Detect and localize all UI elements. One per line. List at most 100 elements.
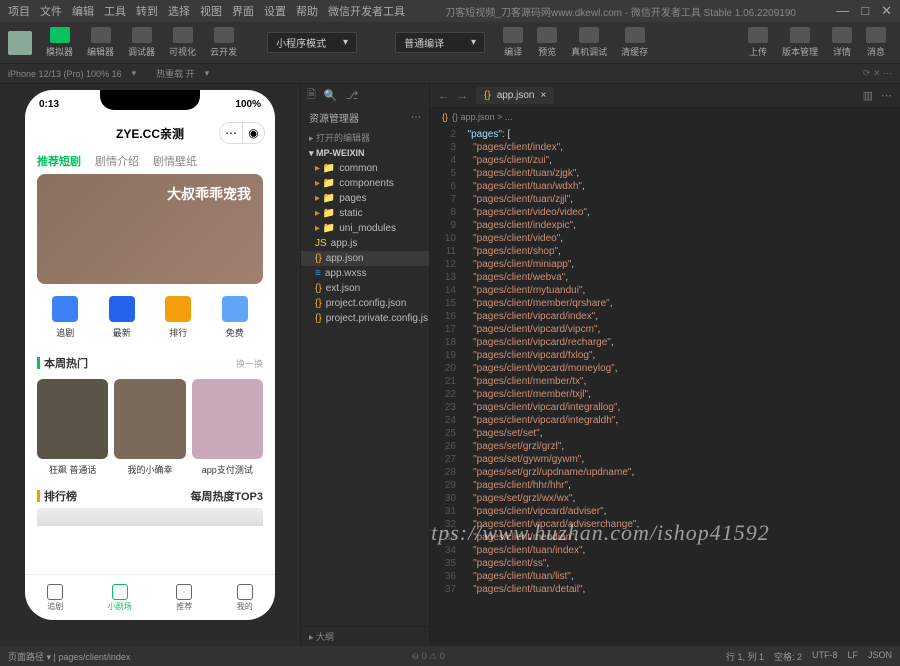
banner[interactable]: 大叔乖乖宠我 <box>37 174 263 284</box>
split-icon[interactable]: ▥ <box>863 89 873 102</box>
status-LF[interactable]: LF <box>847 650 858 663</box>
sub-toolbar: iPhone 12/13 (Pro) 100% 16 ▾ 热重载 开 ▾ ⟳ ✕… <box>0 64 900 84</box>
breadcrumb[interactable]: {}{} app.json > ... <box>430 108 900 126</box>
back-icon[interactable]: ← <box>438 90 449 102</box>
close-icon[interactable]: ✕ <box>881 3 892 19</box>
debugger-button[interactable]: 调试器 <box>122 25 161 60</box>
file-app.js[interactable]: JS app.js <box>301 236 429 251</box>
remote-debug-button[interactable]: 真机调试 <box>565 25 613 60</box>
editor-panel: ← → {}app.json× ▥ ⋯ {}{} app.json > ... … <box>430 84 900 646</box>
menu-文件[interactable]: 文件 <box>40 3 62 19</box>
phone-header: ZYE.CC亲测 ⋯ ◉ <box>25 118 275 148</box>
file-uni_modules[interactable]: ▸ 📁 uni_modules <box>301 221 429 236</box>
menu-编辑[interactable]: 编辑 <box>72 3 94 19</box>
status-行 1, 列 1[interactable]: 行 1, 列 1 <box>726 650 764 663</box>
page-path[interactable]: 页面路径 ▾ | pages/client/index <box>8 650 130 663</box>
phone-tab-2[interactable]: 剧情壁纸 <box>153 153 197 169</box>
menu-界面[interactable]: 界面 <box>232 3 254 19</box>
code-area[interactable]: 2345678910111213141516171819202122232425… <box>430 126 900 646</box>
mode-dropdown[interactable]: 小程序模式▾ <box>267 32 357 53</box>
message-button[interactable]: 消息 <box>860 25 892 60</box>
line-gutter: 2345678910111213141516171819202122232425… <box>430 126 462 646</box>
nav-icon-1[interactable]: 最新 <box>109 296 135 339</box>
tabbar-item-0[interactable]: 追剧 <box>47 584 63 612</box>
tab-close-icon[interactable]: × <box>541 90 547 101</box>
file-ext.json[interactable]: {} ext.json <box>301 281 429 296</box>
editor-more-icon[interactable]: ⋯ <box>881 89 892 102</box>
file-app.wxss[interactable]: ≡ app.wxss <box>301 266 429 281</box>
open-editors-section[interactable]: ▸ 打开的编辑器 <box>301 129 429 146</box>
preview-button[interactable]: 预览 <box>531 25 563 60</box>
minimize-icon[interactable]: — <box>836 3 849 19</box>
editor-tab-appjson[interactable]: {}app.json× <box>476 87 554 104</box>
status-bar: 页面路径 ▾ | pages/client/index ⊖ 0 ⚠ 0 行 1,… <box>0 646 900 666</box>
tabbar-item-1[interactable]: 小剧场 <box>108 584 132 612</box>
phone-tab-0[interactable]: 推荐短剧 <box>37 153 81 169</box>
file-project.private.config.js...[interactable]: {} project.private.config.js... <box>301 311 429 326</box>
main-area: 0:13 100% ZYE.CC亲测 ⋯ ◉ 推荐短剧剧情介绍剧情壁纸 大叔乖乖… <box>0 84 900 646</box>
search-icon[interactable]: 🔍 <box>324 89 338 102</box>
tabbar-item-3[interactable]: 我的 <box>237 584 253 612</box>
phone-tab-1[interactable]: 剧情介绍 <box>95 153 139 169</box>
maximize-icon[interactable]: □ <box>861 3 869 19</box>
nav-icon-2[interactable]: 排行 <box>165 296 191 339</box>
clear-cache-button[interactable]: 清缓存 <box>615 25 654 60</box>
compile-dropdown[interactable]: 普通编译▾ <box>395 32 485 53</box>
action-group: 编译 预览 真机调试 清缓存 <box>497 25 654 60</box>
branch-icon[interactable]: ⎇ <box>346 89 359 102</box>
status-UTF-8[interactable]: UTF-8 <box>812 650 838 663</box>
card-1[interactable]: 我的小确幸 <box>114 379 185 476</box>
forward-icon[interactable]: → <box>457 90 468 102</box>
menu-帮助[interactable]: 帮助 <box>296 3 318 19</box>
capsule-menu-icon[interactable]: ⋯ <box>220 123 242 143</box>
file-static[interactable]: ▸ 📁 static <box>301 206 429 221</box>
cloud-button[interactable]: 云开发 <box>204 25 243 60</box>
tabbar-item-2[interactable]: 推荐 <box>176 584 192 612</box>
file-components[interactable]: ▸ 📁 components <box>301 176 429 191</box>
detail-button[interactable]: 详情 <box>826 25 858 60</box>
status-空格: 2[interactable]: 空格: 2 <box>774 650 802 663</box>
editor-tabs: ← → {}app.json× ▥ ⋯ <box>430 84 900 108</box>
menu-设置[interactable]: 设置 <box>264 3 286 19</box>
nav-icon-3[interactable]: 免费 <box>222 296 248 339</box>
rank-more: 每周热度TOP3 <box>190 488 263 504</box>
files-icon[interactable]: 🗎 <box>307 86 316 105</box>
capsule: ⋯ ◉ <box>219 122 265 144</box>
menu-bar: 项目文件编辑工具转到选择视图界面设置帮助微信开发者工具 <box>8 3 405 19</box>
card-2[interactable]: app支付测试 <box>192 379 263 476</box>
capsule-close-icon[interactable]: ◉ <box>242 123 264 143</box>
menu-微信开发者工具[interactable]: 微信开发者工具 <box>328 3 405 19</box>
menu-选择[interactable]: 选择 <box>168 3 190 19</box>
section-weekly-hot: 本周热门 换一换 <box>37 351 263 375</box>
simulator-button[interactable]: 模拟器 <box>40 25 79 60</box>
file-project.config.json[interactable]: {} project.config.json <box>301 296 429 311</box>
upload-button[interactable]: 上传 <box>742 25 774 60</box>
menu-视图[interactable]: 视图 <box>200 3 222 19</box>
refresh-link[interactable]: 换一换 <box>236 357 263 370</box>
explorer-more-icon[interactable]: ⋯ <box>411 112 421 123</box>
version-button[interactable]: 版本管理 <box>776 25 824 60</box>
device-selector[interactable]: iPhone 12/13 (Pro) 100% 16 <box>8 69 122 79</box>
hot-reload-toggle[interactable]: 热重载 开 <box>156 67 195 80</box>
simulator-panel: 0:13 100% ZYE.CC亲测 ⋯ ◉ 推荐短剧剧情介绍剧情壁纸 大叔乖乖… <box>0 84 300 646</box>
project-root[interactable]: ▾ MP-WEIXIN <box>301 146 429 161</box>
menu-工具[interactable]: 工具 <box>104 3 126 19</box>
file-pages[interactable]: ▸ 📁 pages <box>301 191 429 206</box>
menu-项目[interactable]: 项目 <box>8 3 30 19</box>
card-0[interactable]: 狂飙 普通话 <box>37 379 108 476</box>
banner-text: 大叔乖乖宠我 <box>167 184 251 204</box>
avatar[interactable] <box>8 31 32 55</box>
code-lines[interactable]: https://www.huzhan.com/ishop41592 "pages… <box>462 126 900 646</box>
compile-button[interactable]: 编译 <box>497 25 529 60</box>
nav-icon-0[interactable]: 追剧 <box>52 296 78 339</box>
file-common[interactable]: ▸ 📁 common <box>301 161 429 176</box>
menu-转到[interactable]: 转到 <box>136 3 158 19</box>
outline-section[interactable]: ▸ 大纲 <box>301 626 429 646</box>
file-app.json[interactable]: {} app.json <box>301 251 429 266</box>
editor-button[interactable]: 编辑器 <box>81 25 120 60</box>
window-title: 刀客短视频_刀客源码网www.dkewl.com - 微信开发者工具 Stabl… <box>405 4 836 19</box>
visual-button[interactable]: 可视化 <box>163 25 202 60</box>
status-JSON[interactable]: JSON <box>868 650 892 663</box>
explorer-panel: 🗎 🔍 ⎇ 资源管理器⋯ ▸ 打开的编辑器 ▾ MP-WEIXIN ▸ 📁 co… <box>300 84 430 646</box>
phone-content[interactable]: 大叔乖乖宠我 追剧最新排行免费 本周热门 换一换 狂飙 普通话我的小确幸app支… <box>25 174 275 574</box>
